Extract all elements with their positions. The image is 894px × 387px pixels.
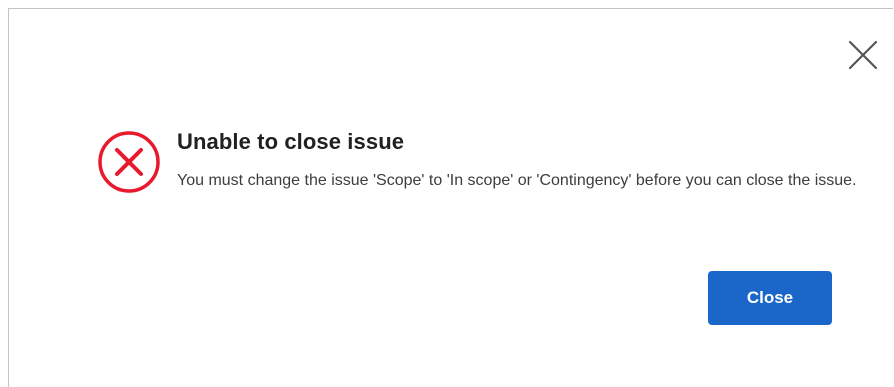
dialog-title: Unable to close issue — [177, 129, 405, 154]
error-circle-x-icon — [96, 130, 162, 196]
close-button[interactable]: Close — [708, 271, 832, 325]
error-dialog: Unable to close issue You must change th… — [8, 8, 893, 387]
close-icon[interactable] — [846, 38, 880, 72]
dialog-message: You must change the issue 'Scope' to 'In… — [177, 172, 857, 189]
